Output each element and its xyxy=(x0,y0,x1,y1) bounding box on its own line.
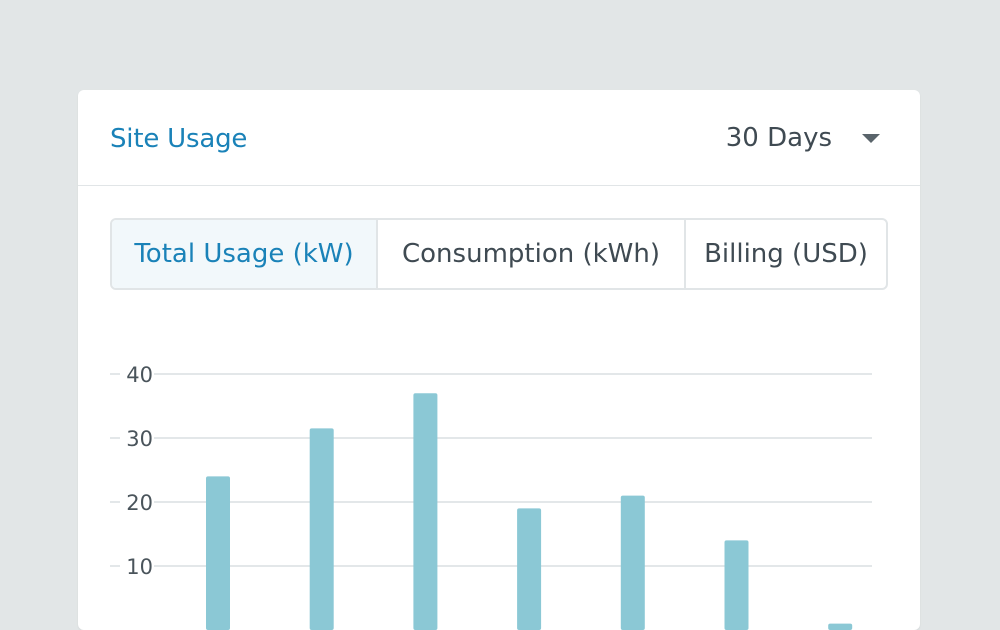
usage-bar[interactable] xyxy=(413,393,438,630)
usage-bar[interactable] xyxy=(620,495,645,630)
y-tick-label: 40 xyxy=(126,363,153,387)
usage-bar[interactable] xyxy=(828,623,853,630)
y-tick-label: 20 xyxy=(126,491,153,515)
usage-bar[interactable] xyxy=(206,476,230,630)
site-usage-card: Site Usage 30 Days Total Usage (kW) Cons… xyxy=(78,90,920,630)
y-tick-label: 10 xyxy=(126,555,153,579)
usage-bar[interactable] xyxy=(724,540,749,630)
y-tick-label: 30 xyxy=(126,427,153,451)
usage-bar-chart: 10 20 30 40 xyxy=(110,363,872,630)
usage-bar[interactable] xyxy=(517,508,542,630)
